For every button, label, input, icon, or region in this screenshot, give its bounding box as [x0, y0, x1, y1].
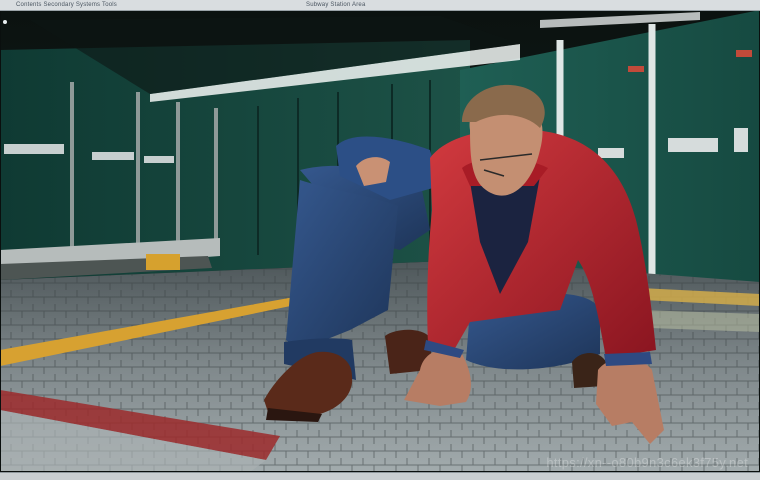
window-bottom-bar [0, 472, 760, 480]
window-corner-dot [3, 20, 7, 24]
watermark-url: https://xn--o80b9n3c6ek3f75y.net [546, 455, 748, 470]
screenshot-frame: Contents Secondary Systems Tools Subway … [0, 0, 760, 480]
window-title: Subway Station Area [306, 2, 366, 8]
window-title-bar: Contents Secondary Systems Tools Subway … [0, 0, 760, 11]
window-menu-text: Contents Secondary Systems Tools [16, 2, 118, 8]
photo-subway-scene [0, 10, 760, 472]
